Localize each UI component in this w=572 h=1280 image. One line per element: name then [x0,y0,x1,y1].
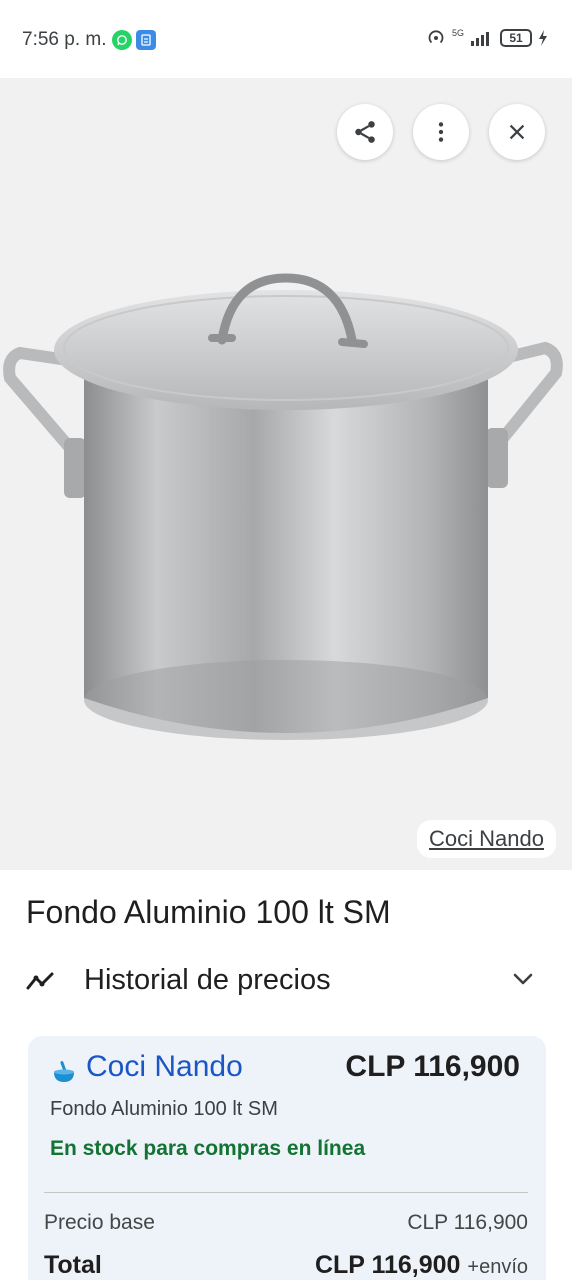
trend-icon [26,972,54,990]
offer-merchant-link[interactable]: Coci Nando [86,1050,243,1084]
total-price: CLP 116,900 +envío [315,1251,528,1280]
share-button[interactable] [337,104,393,160]
network-type: 5G [451,27,464,38]
merchant-source-link[interactable]: Coci Nando [417,820,556,858]
chevron-down-icon [513,973,533,985]
more-options-button[interactable] [413,104,469,160]
share-icon [355,121,375,143]
base-price-value: CLP 116,900 [407,1211,528,1234]
offer-product-name: Fondo Aluminio 100 lt SM [50,1098,278,1120]
product-image [3,273,563,740]
price-history-label: Historial de precios [84,964,331,996]
price-history-row[interactable]: Historial de precios [0,952,572,1012]
product-title: Fondo Aluminio 100 lt SM [26,894,391,930]
more-vert-icon [438,122,444,142]
offer-price: CLP 116,900 [345,1050,520,1083]
base-price-label: Precio base [44,1211,155,1234]
signal-icon [471,32,489,46]
close-icon [509,124,525,140]
clipboard-icon [136,30,156,50]
divider [44,1192,528,1193]
merchant-logo-icon [54,1061,74,1082]
total-value: CLP 116,900 [314,1251,461,1279]
hotspot-icon [428,30,444,44]
system-indicators: 5G 51 [426,28,548,48]
battery-indicator: 51 [500,29,532,47]
shipping-note: +envío [467,1256,528,1278]
product-image-area[interactable]: Coci Nando [0,78,572,870]
charging-icon [539,30,547,46]
stock-status: En stock para compras en línea [50,1137,366,1160]
total-label: Total [44,1251,102,1279]
close-button[interactable] [489,104,545,160]
offer-card[interactable]: Coci Nando CLP 116,900 Fondo Aluminio 10… [28,1036,546,1280]
notification-icons [112,30,156,50]
status-bar: 7:56 p. m. 5G 51 [0,0,572,78]
status-time: 7:56 p. m. [22,29,107,50]
whatsapp-icon [112,30,132,50]
